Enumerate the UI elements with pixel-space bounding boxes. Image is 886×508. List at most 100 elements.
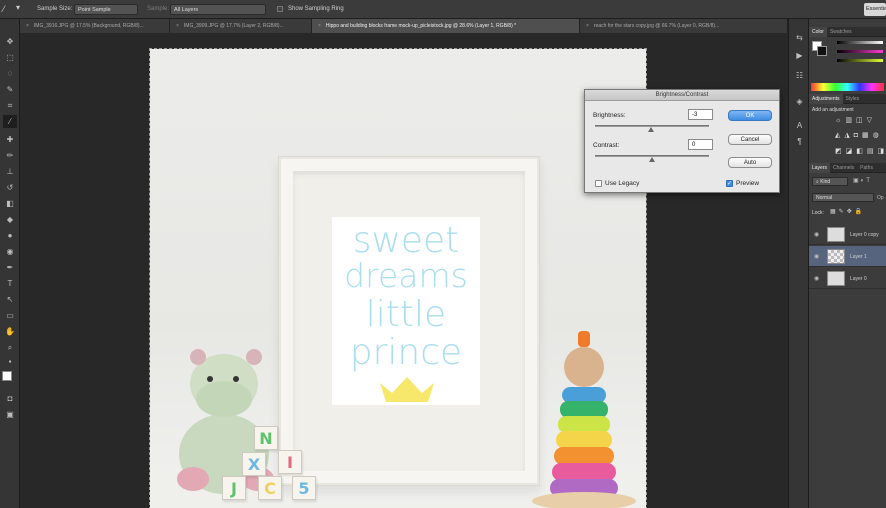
tab-paths[interactable]: Paths (857, 163, 876, 173)
layer-thumbnail (827, 227, 845, 242)
preview-checkbox[interactable]: ✓ (726, 180, 733, 187)
eraser-tool-icon[interactable]: ◧ (3, 197, 17, 210)
marquee-tool-icon[interactable]: ⬚ (3, 51, 17, 64)
path-select-icon[interactable]: ↖ (3, 293, 17, 306)
adjustment-icons-row-3[interactable]: ◩◪◧▤◨ (835, 147, 886, 155)
tab-label: reach for the stars copy.jpg @ 66.7% (La… (593, 23, 720, 29)
close-icon[interactable]: × (318, 23, 321, 29)
use-legacy-checkbox[interactable] (595, 180, 602, 187)
dodge-tool-icon[interactable]: ◉ (3, 245, 17, 258)
sample-size-select[interactable]: Point Sample (74, 4, 138, 15)
eye-icon[interactable]: ◉ (814, 253, 819, 260)
block-letter: 5 (292, 476, 316, 500)
layers-panel-tabs: Layers Channels Paths (809, 163, 886, 173)
tab-channels[interactable]: Channels (830, 163, 857, 173)
layer-filter-kind-select[interactable]: ⌕ Kind (812, 177, 848, 186)
quick-mask-icon[interactable]: ◘ (3, 392, 17, 405)
tab-label: Hippo and building blocks frame mock-up_… (325, 23, 517, 29)
pen-tool-icon[interactable]: ✒ (3, 261, 17, 274)
quick-select-tool-icon[interactable]: ✎ (3, 83, 17, 96)
adjustment-icons-row-1[interactable]: ☼▥◫▽ (835, 116, 876, 124)
tab-swatches[interactable]: Swatches (827, 27, 855, 37)
sample-label: Sample: (147, 6, 170, 12)
layer-row[interactable]: ◉ Layer 0 copy (809, 224, 886, 245)
tab-adjustments[interactable]: Adjustments (809, 94, 843, 104)
tab-styles[interactable]: Styles (843, 94, 863, 104)
clone-stamp-icon[interactable]: ⊥ (3, 165, 17, 178)
preview-label: Preview (736, 180, 760, 187)
layer-row[interactable]: ◉ Layer 0 (809, 268, 886, 289)
layer-thumbnail (827, 249, 845, 264)
blur-tool-icon[interactable]: ● (3, 229, 17, 242)
right-panels: Color Swatches Adjustments Styles Add an a… (809, 19, 886, 508)
color-spectrum-bar[interactable] (811, 83, 884, 91)
paint-bucket-icon[interactable]: ◆ (3, 213, 17, 226)
close-icon[interactable]: × (586, 23, 589, 29)
ok-button[interactable]: OK (728, 110, 772, 121)
screen-mode-icon[interactable]: ▣ (3, 408, 17, 421)
paragraph-panel-icon[interactable]: ¶ (793, 137, 806, 150)
alphabet-blocks: N X I J C 5 (220, 426, 350, 506)
artwork-line-2: dreams (344, 256, 468, 295)
contrast-label: Contrast: (593, 142, 620, 149)
sample-layers-select[interactable]: All Layers (170, 4, 266, 15)
hand-tool-icon[interactable]: ✋ (3, 325, 17, 338)
adjustment-icons-row-2[interactable]: ◭◮◘▦◍ (835, 131, 883, 139)
eye-icon[interactable]: ◉ (814, 275, 819, 282)
history-panel-icon[interactable]: ⇆ (793, 33, 806, 46)
tab-label: IMG_3916.JPG @ 17.5% (Background, RGB/8)… (33, 23, 144, 29)
close-icon[interactable]: × (26, 23, 29, 29)
brightness-slider-thumb[interactable] (647, 127, 654, 132)
contrast-slider-thumb[interactable] (649, 157, 655, 162)
layer-thumbnail (827, 271, 845, 286)
healing-brush-icon[interactable]: ✚ (3, 133, 17, 146)
document-tab-active[interactable]: × Hippo and building blocks frame mock-up… (312, 19, 580, 33)
color-slider-b[interactable] (837, 59, 883, 62)
brightness-label: Brightness: (593, 112, 626, 119)
brightness-input[interactable]: -3 (688, 109, 713, 120)
color-panel-tabs: Color Swatches (809, 27, 886, 37)
color-slider-r[interactable] (837, 41, 883, 44)
shape-tool-icon[interactable]: ▭ (3, 309, 17, 322)
actions-play-icon[interactable]: ▶ (793, 51, 806, 64)
color-slider-g[interactable] (837, 50, 883, 53)
artwork-print: sweet dreams little prince (332, 217, 480, 405)
default-colors-icon[interactable]: ▪ (3, 355, 17, 368)
options-bar: ⁄ ▾ Sample Size: Point Sample Sample: Al… (0, 0, 886, 19)
eyedropper-tool-icon[interactable]: ⁄ (3, 4, 5, 14)
history-brush-icon[interactable]: ↺ (3, 181, 17, 194)
lock-icons[interactable]: ▦✎✥🔒 (830, 208, 865, 215)
layer-row-selected[interactable]: ◉ Layer 1 (809, 246, 886, 267)
tab-color[interactable]: Color (809, 27, 827, 37)
brush-tool-icon[interactable]: ✏ (3, 149, 17, 162)
close-icon[interactable]: × (176, 23, 179, 29)
contrast-input[interactable]: 0 (688, 139, 713, 150)
chevron-down-icon[interactable]: ▾ (16, 3, 20, 12)
layer-name: Layer 1 (850, 254, 867, 260)
document-tab[interactable]: × reach for the stars copy.jpg @ 66.7% (L… (580, 19, 788, 33)
layer-filter-icons[interactable]: ▣◐T (853, 177, 872, 184)
eye-icon[interactable]: ◉ (814, 231, 819, 238)
crop-tool-icon[interactable]: ⌗ (3, 99, 17, 112)
character-panel-icon[interactable]: A (793, 121, 806, 134)
block-letter: N (254, 426, 278, 450)
properties-icon[interactable]: ☷ (793, 71, 806, 84)
dialog-title: Brightness/Contrast (585, 90, 779, 101)
document-tab[interactable]: × IMG_3909.JPG @ 17.7% (Layer 2, RGB/8)..… (170, 19, 312, 33)
artwork-line-1: sweet (352, 220, 460, 261)
panel-background-swatch[interactable] (817, 46, 827, 56)
blend-mode-select[interactable]: Normal (812, 193, 874, 202)
auto-button[interactable]: Auto (728, 157, 772, 168)
type-tool-icon[interactable]: T (3, 277, 17, 290)
zoom-tool-icon[interactable]: ⌕ (3, 341, 17, 354)
tab-layers[interactable]: Layers (809, 163, 831, 173)
3d-panel-icon[interactable]: ◈ (793, 97, 806, 110)
show-sampling-ring-checkbox[interactable] (277, 6, 283, 12)
cancel-button[interactable]: Cancel (728, 134, 772, 145)
workspace-button[interactable]: Essentials (864, 3, 886, 16)
lasso-tool-icon[interactable]: ◌ (3, 67, 17, 80)
move-tool-icon[interactable]: ✥ (3, 35, 17, 48)
document-tab[interactable]: × IMG_3916.JPG @ 17.5% (Background, RGB/8… (20, 19, 170, 33)
eyedropper-icon[interactable]: ⁄ (3, 115, 17, 128)
foreground-color-swatch[interactable] (2, 371, 12, 381)
